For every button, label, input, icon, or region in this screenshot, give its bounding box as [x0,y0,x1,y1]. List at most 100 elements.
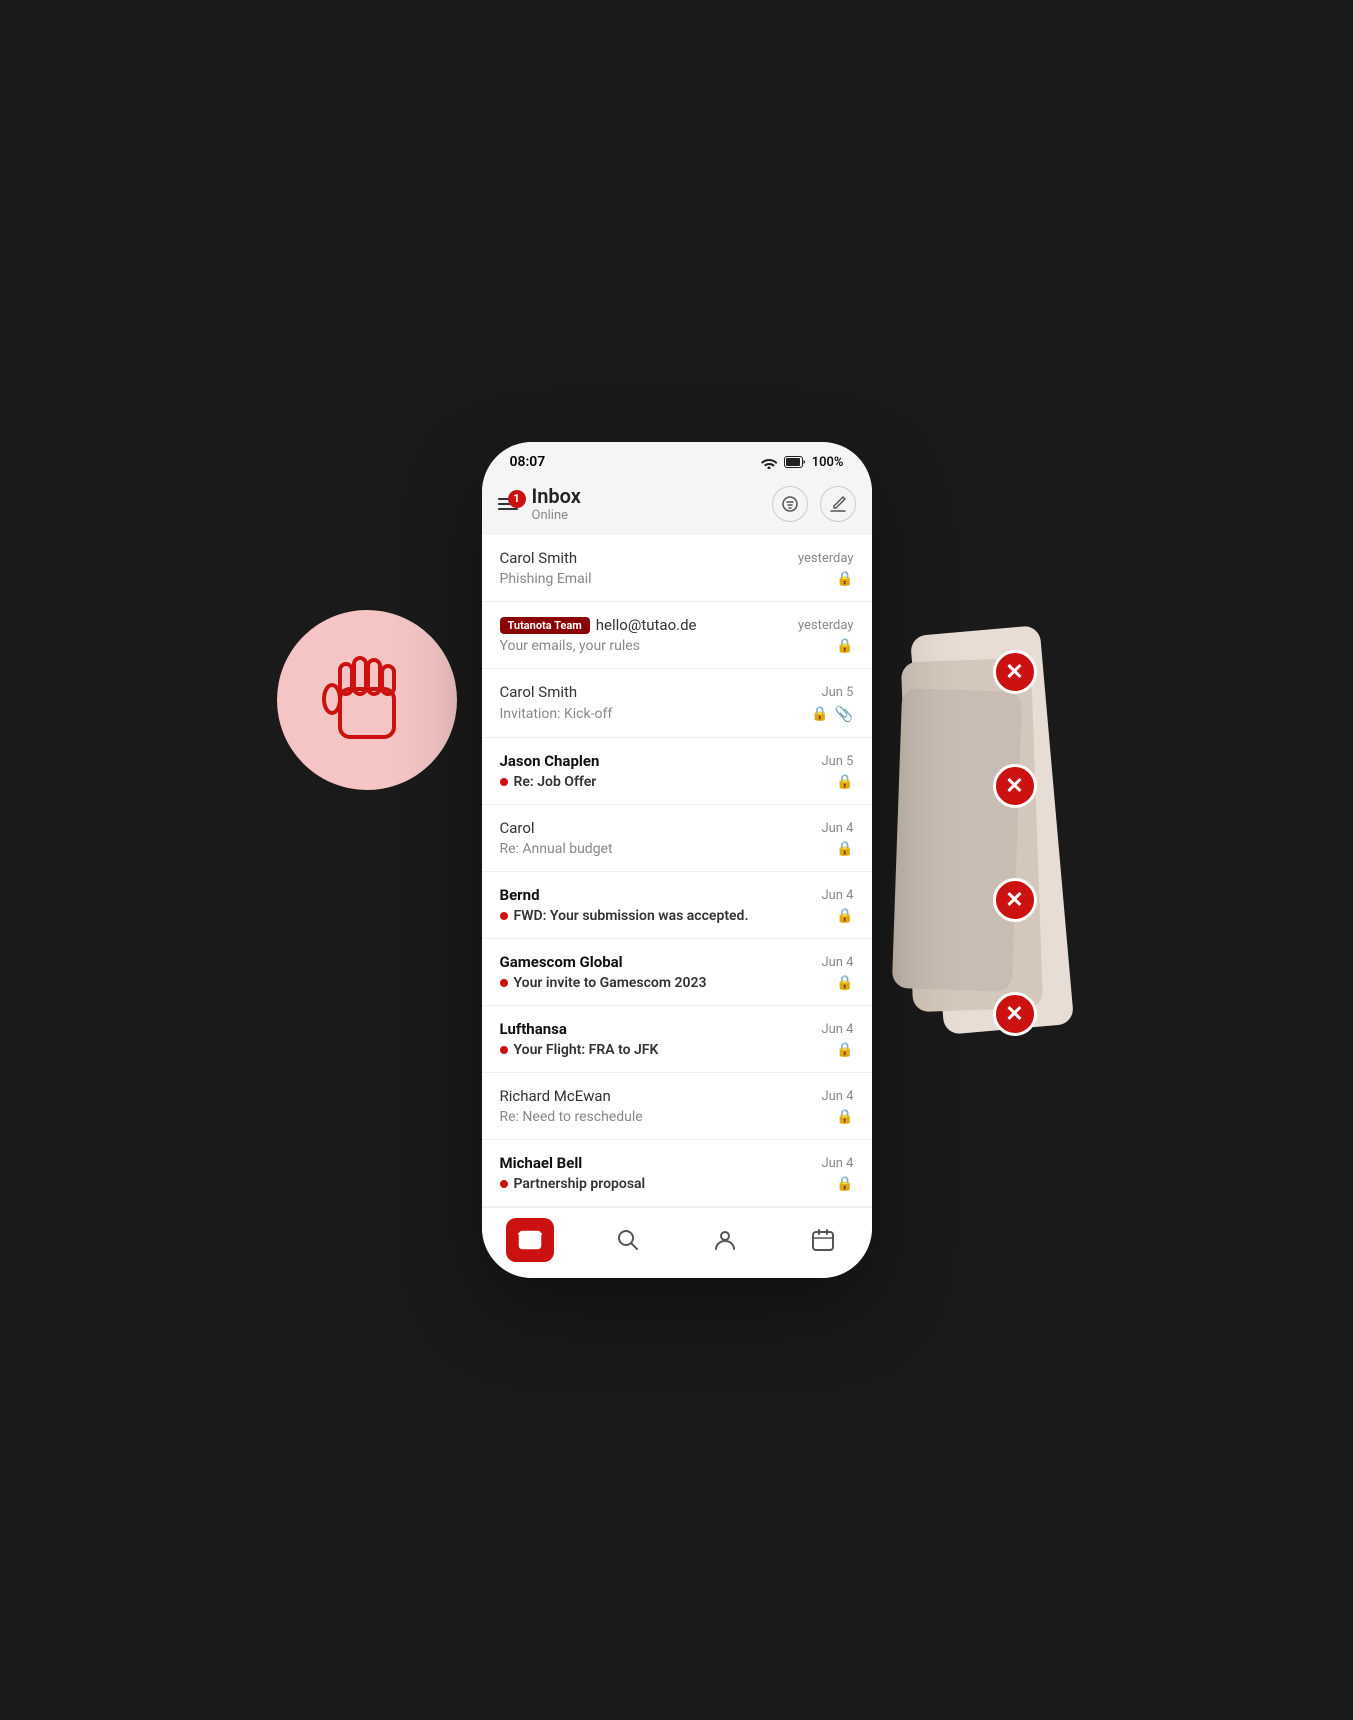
x-buttons-group: ✕ ✕ ✕ ✕ [993,650,1037,1036]
lock-icon-8: 🔒 [836,1042,853,1058]
email-item-10[interactable]: Michael Bell Jun 4 Partnership proposal … [482,1140,872,1207]
email-icons-10: 🔒 [836,1176,853,1192]
phone-frame: 08:07 100% [482,442,872,1278]
lock-icon-9: 🔒 [836,1109,853,1125]
email-preview-6: FWD: Your submission was accepted. [500,908,749,924]
email-icons-8: 🔒 [836,1042,853,1058]
email-preview-1: Phishing Email [500,571,592,587]
lock-icon-6: 🔒 [836,908,853,924]
email-sender-6: Bernd [500,886,540,904]
email-item-2[interactable]: Tutanota Team hello@tutao.de yesterday Y… [482,602,872,669]
unread-dot-4 [500,778,508,786]
email-date-8: Jun 4 [821,1022,853,1037]
battery-percent: 100% [812,455,844,470]
hamburger-menu[interactable]: 1 [498,498,518,510]
email-sender-10: Michael Bell [500,1154,583,1172]
email-date-3: Jun 5 [821,685,853,700]
hand-background [277,610,457,790]
email-sender-5: Carol [500,819,535,837]
inbox-subtitle: Online [532,508,581,523]
email-sender-3: Carol Smith [500,683,578,701]
inbox-title: Inbox [532,484,581,508]
lock-icon-1: 🔒 [836,571,853,587]
lock-icon-3: 🔒 [811,706,828,722]
unread-dot-10 [500,1180,508,1188]
compose-icon [829,495,847,513]
email-item-8[interactable]: Lufthansa Jun 4 Your Flight: FRA to JFK … [482,1006,872,1073]
email-date-5: Jun 4 [821,821,853,836]
email-preview-10: Partnership proposal [500,1176,646,1192]
contacts-nav-icon [714,1229,736,1251]
status-bar: 08:07 100% [482,442,872,476]
x-button-4[interactable]: ✕ [993,992,1037,1036]
email-icons-1: 🔒 [836,571,853,587]
email-item-1[interactable]: Carol Smith yesterday Phishing Email 🔒 [482,535,872,602]
tutanota-badge: Tutanota Team [500,617,590,634]
notification-badge: 1 [508,490,526,508]
nav-search[interactable] [604,1218,652,1262]
status-icons: 100% [760,455,844,470]
email-icons-5: 🔒 [836,841,853,857]
nav-calendar[interactable] [799,1218,847,1262]
email-date-2: yesterday [798,618,854,633]
email-item-4[interactable]: Jason Chaplen Jun 5 Re: Job Offer 🔒 [482,738,872,805]
header-right [772,486,856,522]
email-item-3[interactable]: Carol Smith Jun 5 Invitation: Kick-off 🔒… [482,669,872,738]
email-date-1: yesterday [798,551,854,566]
status-time: 08:07 [510,454,546,470]
calendar-nav-icon [812,1229,834,1251]
search-nav-icon [617,1229,639,1251]
lock-icon-4: 🔒 [836,774,853,790]
nav-mail[interactable] [506,1218,554,1262]
lock-icon-5: 🔒 [836,841,853,857]
email-sender-8: Lufthansa [500,1020,567,1038]
email-preview-3: Invitation: Kick-off [500,706,613,722]
attach-icon-3: 📎 [835,705,854,723]
email-date-9: Jun 4 [821,1089,853,1104]
hand-icon [322,644,412,757]
email-date-10: Jun 4 [821,1156,853,1171]
email-item-9[interactable]: Richard McEwan Jun 4 Re: Need to resched… [482,1073,872,1140]
email-date-4: Jun 5 [821,754,853,769]
email-preview-2: Your emails, your rules [500,638,640,654]
filter-button[interactable] [772,486,808,522]
email-sender-2: Tutanota Team hello@tutao.de [500,616,697,634]
email-icons-7: 🔒 [836,975,853,991]
x-button-1[interactable]: ✕ [993,650,1037,694]
email-item-6[interactable]: Bernd Jun 4 FWD: Your submission was acc… [482,872,872,939]
unread-dot-8 [500,1046,508,1054]
lock-icon-10: 🔒 [836,1176,853,1192]
unread-dot-6 [500,912,508,920]
email-date-6: Jun 4 [821,888,853,903]
email-preview-9: Re: Need to reschedule [500,1109,643,1125]
email-list: Carol Smith yesterday Phishing Email 🔒 T… [482,535,872,1207]
compose-button[interactable] [820,486,856,522]
email-icons-9: 🔒 [836,1109,853,1125]
email-preview-7: Your invite to Gamescom 2023 [500,975,707,991]
email-sender-1: Carol Smith [500,549,578,567]
unread-dot-7 [500,979,508,987]
email-icons-3: 🔒 📎 [811,705,853,723]
nav-contacts[interactable] [701,1218,749,1262]
inbox-title-group: Inbox Online [532,484,581,523]
x-button-2[interactable]: ✕ [993,764,1037,808]
mail-nav-icon [518,1230,542,1250]
email-icons-6: 🔒 [836,908,853,924]
wifi-icon [760,455,778,469]
email-icons-2: 🔒 [836,638,853,654]
email-sender-7: Gamescom Global [500,953,623,971]
email-item-5[interactable]: Carol Jun 4 Re: Annual budget 🔒 [482,805,872,872]
scene: ✕ ✕ ✕ ✕ 08:07 100% [337,430,1017,1290]
email-item-7[interactable]: Gamescom Global Jun 4 Your invite to Gam… [482,939,872,1006]
header-left: 1 Inbox Online [498,484,581,523]
email-icons-4: 🔒 [836,774,853,790]
email-preview-5: Re: Annual budget [500,841,613,857]
battery-icon [784,456,806,468]
x-button-3[interactable]: ✕ [993,878,1037,922]
email-date-7: Jun 4 [821,955,853,970]
email-preview-4: Re: Job Offer [500,774,597,790]
app-header: 1 Inbox Online [482,476,872,535]
email-preview-8: Your Flight: FRA to JFK [500,1042,659,1058]
lock-icon-2: 🔒 [836,638,853,654]
bottom-nav [482,1207,872,1278]
